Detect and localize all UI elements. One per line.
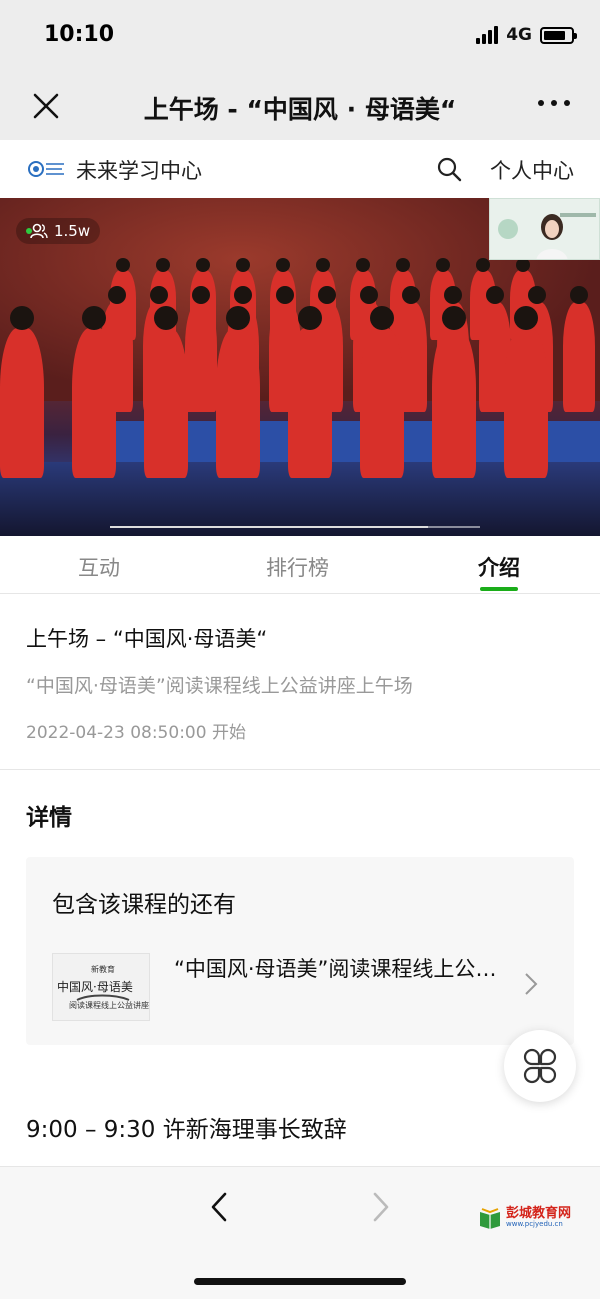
choir-singer-head	[442, 306, 466, 330]
site-header: 未来学习中心 个人中心	[0, 140, 600, 198]
related-course-item[interactable]: 新教育 中国风·母语美 阅读课程线上公益讲座 “中国风·母语美”阅读课程线上公益…	[26, 947, 574, 1027]
course-thumbnail: 新教育 中国风·母语美 阅读课程线上公益讲座	[52, 953, 150, 1021]
choir-singer-head	[226, 306, 250, 330]
session-start-time: 2022-04-23 08:50:00 开始	[26, 723, 246, 743]
choir-singer	[216, 328, 260, 478]
choir-singer-head	[396, 258, 410, 272]
new-education-logo	[28, 161, 64, 177]
tab-leaderboard[interactable]: 排行榜	[266, 552, 329, 582]
choir-singer-head	[356, 258, 370, 272]
choir-singer-head	[150, 286, 168, 304]
battery-icon	[540, 26, 577, 44]
choir-singer-head	[82, 306, 106, 330]
choir-singer-head	[116, 258, 130, 272]
watermark: 彭城教育网 www.pcjyedu.cn	[478, 1202, 586, 1236]
viewer-count: 1.5w	[54, 222, 91, 240]
choir-singer-head	[402, 286, 420, 304]
choir-singer-head	[192, 286, 210, 304]
grid-menu-icon	[523, 1048, 557, 1084]
related-heading: 包含该课程的还有	[52, 892, 236, 918]
choir-singer-head	[318, 286, 336, 304]
site-name: 未来学习中心	[76, 159, 202, 183]
thumb-sub-text: 阅读课程线上公益讲座	[69, 1001, 149, 1010]
choir-singer	[504, 328, 548, 478]
choir-singer	[563, 302, 595, 412]
choir-singer-head	[516, 258, 530, 272]
choir-singer-head	[444, 286, 462, 304]
choir-singer	[144, 328, 188, 478]
session-title: 上午场 – “中国风·母语美“	[26, 627, 268, 651]
choir-singer-head	[156, 258, 170, 272]
watermark-url: www.pcjyedu.cn	[506, 1220, 563, 1228]
details-heading: 详情	[26, 805, 72, 831]
watermark-name: 彭城教育网	[506, 1206, 572, 1221]
choir-singer-head	[436, 258, 450, 272]
grid-menu-button[interactable]	[504, 1030, 576, 1102]
presenter-thumbnail	[498, 213, 596, 259]
choir-singer	[185, 302, 217, 412]
more-dots-icon[interactable]	[538, 100, 570, 106]
thumb-top-text: 新教育	[91, 965, 115, 974]
choir-singer-head	[298, 306, 322, 330]
choir-singer-head	[196, 258, 210, 272]
tab-introduction[interactable]: 介绍	[478, 552, 520, 582]
choir-singer	[72, 328, 116, 478]
choir-singer-head	[476, 258, 490, 272]
choir-singer-head	[528, 286, 546, 304]
choir-singer	[288, 328, 332, 478]
picture-in-picture-video[interactable]	[489, 198, 600, 260]
choir-singer-head	[316, 258, 330, 272]
chevron-right-icon	[525, 973, 538, 995]
network-type: 4G	[506, 25, 532, 45]
live-indicator	[26, 228, 32, 234]
active-tab-indicator	[480, 587, 518, 591]
choir-singer-head	[370, 306, 394, 330]
page-title: 上午场 - “中国风 · 母语美“	[143, 95, 457, 124]
choir-singer-head	[10, 306, 34, 330]
status-indicators: 4G	[476, 25, 577, 45]
choir-singer-head	[108, 286, 126, 304]
choir-singer-head	[360, 286, 378, 304]
choir-singer	[0, 328, 44, 478]
nav-bar: 上午场 - “中国风 · 母语美“	[0, 72, 600, 140]
book-logo-icon	[480, 1208, 500, 1229]
people-icon	[30, 223, 48, 239]
related-courses-panel: 包含该课程的还有 新教育 中国风·母语美 阅读课程线上公益讲座 “中国风·母语美…	[26, 857, 574, 1045]
intro-section: 上午场 – “中国风·母语美“ “中国风·母语美”阅读课程线上公益讲座上午场 2…	[0, 595, 600, 770]
choir-singer-head	[486, 286, 504, 304]
choir-singer-head	[234, 286, 252, 304]
tab-bar: 互动 排行榜 介绍	[0, 536, 600, 594]
playback-progress	[110, 526, 429, 528]
forward-arrow-icon	[373, 1192, 389, 1222]
choir-singer-head	[154, 306, 178, 330]
choir-singer-head	[236, 258, 250, 272]
home-indicator	[194, 1278, 406, 1285]
choir-singer	[432, 328, 476, 478]
search-icon[interactable]	[436, 156, 462, 182]
status-bar: 10:10 4G	[0, 0, 600, 72]
choir-singer	[360, 328, 404, 478]
choir-singer-head	[276, 258, 290, 272]
profile-link[interactable]: 个人中心	[490, 155, 574, 185]
choir-singer-head	[276, 286, 294, 304]
signal-icon	[476, 26, 499, 44]
schedule-item: 9:00 – 9:30 许新海理事长致辞	[26, 1117, 347, 1143]
choir-singer-head	[570, 286, 588, 304]
session-subtitle: “中国风·母语美”阅读课程线上公益讲座上午场	[26, 675, 413, 697]
back-arrow-icon[interactable]	[206, 1191, 232, 1223]
status-time: 10:10	[44, 22, 115, 47]
related-course-title: “中国风·母语美”阅读课程线上公益讲座	[174, 957, 514, 981]
close-icon[interactable]	[30, 90, 62, 122]
tab-interaction[interactable]: 互动	[78, 552, 120, 582]
choir-singer-head	[514, 306, 538, 330]
